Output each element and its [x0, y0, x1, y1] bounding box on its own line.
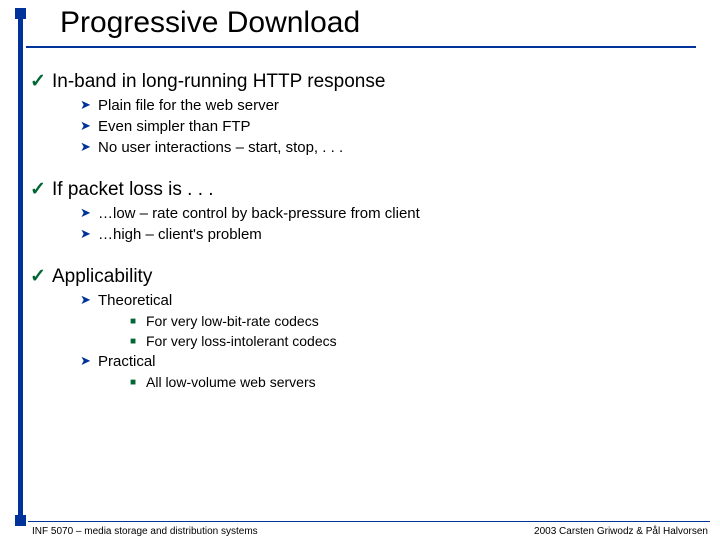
- lvl3-text: For very loss-intolerant codecs: [146, 333, 337, 349]
- arrow-icon: ➤: [80, 353, 98, 369]
- rail-ornament-bottom: [15, 515, 26, 526]
- bullet-lvl3: ■For very loss-intolerant codecs: [130, 333, 706, 349]
- bullet-lvl2: ➤…low – rate control by back-pressure fr…: [80, 205, 706, 222]
- lvl3-text: For very low-bit-rate codecs: [146, 313, 319, 329]
- bullet-lvl2: ➤Even simpler than FTP: [80, 118, 706, 135]
- slide-title: Progressive Download: [60, 6, 360, 40]
- bullet-lvl1: ✓Applicability: [30, 265, 706, 288]
- bullet-lvl1: ✓If packet loss is . . .: [30, 178, 706, 201]
- slide: Progressive Download ✓In-band in long-ru…: [0, 0, 720, 540]
- bullet-lvl2: ➤No user interactions – start, stop, . .…: [80, 139, 706, 156]
- lvl2-text: Theoretical: [98, 292, 172, 309]
- check-icon: ✓: [30, 70, 52, 93]
- square-icon: ■: [130, 316, 146, 327]
- check-icon: ✓: [30, 265, 52, 288]
- lvl2-text: Plain file for the web server: [98, 97, 279, 114]
- check-icon: ✓: [30, 178, 52, 201]
- arrow-icon: ➤: [80, 97, 98, 113]
- bullet-lvl2: ➤Practical: [80, 353, 706, 370]
- bullet-lvl2: ➤Theoretical: [80, 292, 706, 309]
- title-underline: [26, 46, 696, 48]
- footer-right-text: 2003 Carsten Griwodz & Pål Halvorsen: [534, 526, 708, 537]
- arrow-icon: ➤: [80, 226, 98, 242]
- arrow-icon: ➤: [80, 139, 98, 155]
- bullet-lvl2: ➤Plain file for the web server: [80, 97, 706, 114]
- arrow-icon: ➤: [80, 205, 98, 221]
- lvl1-text: In-band in long-running HTTP response: [52, 71, 385, 92]
- arrow-icon: ➤: [80, 292, 98, 308]
- content-area: ✓In-band in long-running HTTP response ➤…: [30, 60, 706, 390]
- lvl2-text: Practical: [98, 353, 156, 370]
- footer-left-text: INF 5070 – media storage and distributio…: [32, 526, 258, 537]
- bullet-lvl3: ■For very low-bit-rate codecs: [130, 313, 706, 329]
- lvl1-text: If packet loss is . . .: [52, 179, 214, 200]
- bullet-lvl3: ■All low-volume web servers: [130, 374, 706, 390]
- lvl2-text: …high – client's problem: [98, 226, 262, 243]
- left-rail: [18, 8, 23, 526]
- lvl3-text: All low-volume web servers: [146, 374, 316, 390]
- footer-divider: [28, 521, 710, 522]
- lvl2-text: …low – rate control by back-pressure fro…: [98, 205, 420, 222]
- rail-ornament-top: [15, 8, 26, 19]
- lvl2-text: Even simpler than FTP: [98, 118, 251, 135]
- lvl2-text: No user interactions – start, stop, . . …: [98, 139, 343, 156]
- square-icon: ■: [130, 336, 146, 347]
- square-icon: ■: [130, 377, 146, 388]
- bullet-lvl1: ✓In-band in long-running HTTP response: [30, 70, 706, 93]
- lvl1-text: Applicability: [52, 266, 152, 287]
- bullet-lvl2: ➤…high – client's problem: [80, 226, 706, 243]
- arrow-icon: ➤: [80, 118, 98, 134]
